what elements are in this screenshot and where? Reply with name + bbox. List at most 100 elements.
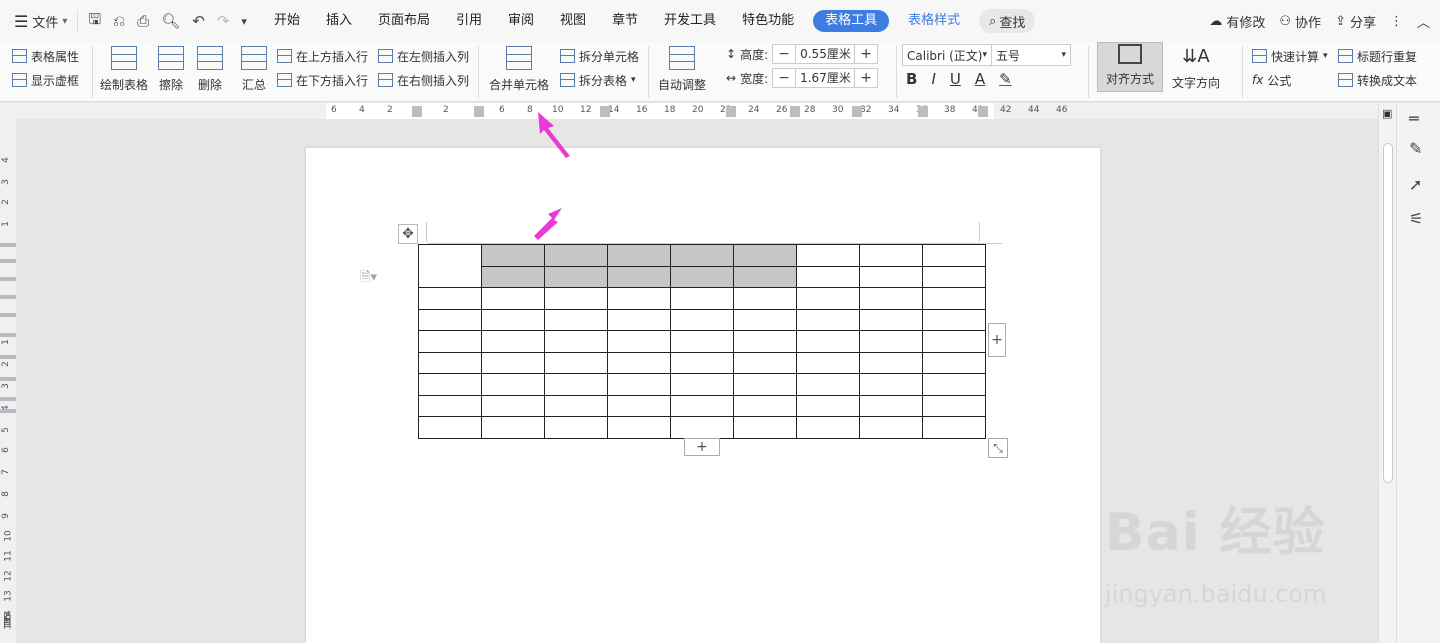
table-cell[interactable]	[481, 308, 545, 331]
table-cell[interactable]	[481, 373, 545, 396]
table-cell[interactable]	[418, 330, 482, 353]
table-cell[interactable]	[418, 244, 482, 288]
quick-calc-button[interactable]: 快速计算 ▾	[1252, 46, 1328, 66]
table-cell[interactable]	[418, 373, 482, 396]
table-cell[interactable]	[481, 287, 545, 310]
width-increase-button[interactable]: +	[855, 70, 877, 86]
horizontal-ruler[interactable]: 6422681012141618202224262830323436384042…	[0, 103, 1378, 119]
tab-developer[interactable]: 开发工具	[651, 0, 729, 42]
print-icon[interactable]: ⎙	[137, 12, 149, 30]
table-cell[interactable]	[859, 308, 923, 331]
table-cell[interactable]	[859, 287, 923, 310]
height-stepper[interactable]: − 0.55厘米 +	[772, 44, 879, 64]
tab-chapter[interactable]: 章节	[599, 0, 651, 42]
table-cell[interactable]	[922, 373, 986, 396]
settings-sliders-icon[interactable]: ⚟	[1409, 209, 1423, 228]
table-cell[interactable]	[859, 394, 923, 417]
tab-layout[interactable]: 页面布局	[365, 0, 443, 42]
cursor-icon[interactable]: ➚	[1409, 175, 1422, 194]
column-marker[interactable]	[790, 106, 800, 117]
tab-table-tools[interactable]: 表格工具	[813, 10, 890, 32]
table-cell[interactable]	[796, 308, 860, 331]
table-cell[interactable]	[481, 330, 545, 353]
table-cell[interactable]	[796, 287, 860, 310]
table-cell[interactable]	[607, 330, 671, 353]
insert-col-left-button[interactable]: 在左侧插入列	[378, 46, 469, 66]
table-properties-button[interactable]: 表格属性	[12, 46, 79, 66]
share-button[interactable]: ⇪ 分享	[1335, 12, 1376, 31]
customize-icon[interactable]: ▾	[241, 15, 247, 28]
table-cell[interactable]	[859, 330, 923, 353]
menu-lines-icon[interactable]: ═	[1409, 109, 1419, 128]
undo-icon[interactable]: ↶	[192, 12, 205, 30]
table-cell[interactable]	[607, 265, 671, 288]
column-marker[interactable]	[978, 106, 988, 117]
vertical-ruler[interactable]: 4 3 2 1 1 2 3 4 5 6 7 8 9 10 11 12 13 14 15 16 17 18	[0, 119, 16, 643]
search-button[interactable]: ⌕ 查找	[979, 9, 1036, 33]
insert-row-above-button[interactable]: 在上方插入行	[277, 46, 368, 66]
height-input[interactable]: 0.55厘米	[795, 45, 856, 63]
table-cell[interactable]	[670, 330, 734, 353]
align-button[interactable]: 对齐方式	[1097, 42, 1163, 92]
height-increase-button[interactable]: +	[855, 46, 877, 62]
row-marker[interactable]	[0, 313, 16, 317]
more-icon[interactable]: ⋮	[1390, 14, 1403, 29]
row-marker[interactable]	[0, 259, 16, 263]
table-cell[interactable]	[733, 287, 797, 310]
collapse-ribbon-icon[interactable]: ︿	[1417, 12, 1430, 31]
width-input[interactable]: 1.67厘米	[795, 69, 856, 87]
table-cell[interactable]	[922, 265, 986, 288]
table-cell[interactable]	[607, 351, 671, 374]
tab-review[interactable]: 审阅	[495, 0, 547, 42]
tab-insert[interactable]: 插入	[313, 0, 365, 42]
table-cell[interactable]	[607, 244, 671, 267]
table-cell[interactable]	[607, 373, 671, 396]
table-cell[interactable]	[544, 373, 608, 396]
table-cell[interactable]	[418, 308, 482, 331]
table-cell[interactable]	[418, 287, 482, 310]
column-marker[interactable]	[726, 106, 736, 117]
table-cell[interactable]	[670, 287, 734, 310]
table-cell[interactable]	[607, 308, 671, 331]
table-cell[interactable]	[796, 394, 860, 417]
vertical-scrollbar[interactable]: ▣	[1378, 103, 1396, 643]
paragraph-options-icon[interactable]: 🗎▾	[360, 268, 377, 290]
table-resize-handle[interactable]: ⤡	[988, 438, 1008, 458]
table-cell[interactable]	[922, 330, 986, 353]
table-cell[interactable]	[733, 308, 797, 331]
add-row-button[interactable]: +	[684, 438, 720, 456]
to-text-button[interactable]: 转换成文本	[1338, 70, 1417, 90]
table-cell[interactable]	[922, 351, 986, 374]
draw-table-button[interactable]: 绘制表格	[100, 46, 148, 93]
table-cell[interactable]	[796, 244, 860, 267]
table-cell[interactable]	[670, 244, 734, 267]
edit-status-button[interactable]: ☁ 有修改	[1209, 12, 1265, 31]
row-marker[interactable]	[0, 355, 16, 359]
scrollbar-thumb[interactable]	[1383, 143, 1393, 483]
row-marker[interactable]	[0, 243, 16, 247]
table-cell[interactable]	[796, 330, 860, 353]
tab-view[interactable]: 视图	[547, 0, 599, 42]
table-cell[interactable]	[544, 308, 608, 331]
table-cell[interactable]	[859, 244, 923, 267]
table-move-handle[interactable]: ✥	[398, 224, 418, 244]
table-cell[interactable]	[796, 265, 860, 288]
delete-button[interactable]: 删除	[197, 46, 223, 93]
table-cell[interactable]	[859, 265, 923, 288]
highlight-icon[interactable]: ✎	[999, 70, 1012, 88]
table-cell[interactable]	[544, 330, 608, 353]
save-icon[interactable]: 🖫	[88, 9, 101, 34]
table-cell[interactable]	[670, 265, 734, 288]
table-cell[interactable]	[418, 351, 482, 374]
row-marker[interactable]	[0, 397, 16, 401]
print-preview-icon[interactable]: 🔍︎	[161, 12, 180, 30]
table-cell[interactable]	[607, 416, 671, 439]
table-cell[interactable]	[544, 287, 608, 310]
repeat-header-button[interactable]: 标题行重复	[1338, 46, 1417, 66]
table-cell[interactable]	[418, 394, 482, 417]
table-cell[interactable]	[733, 373, 797, 396]
row-marker[interactable]	[0, 333, 16, 337]
text-direction-button[interactable]: ⇊A 文字方向	[1172, 46, 1220, 91]
table-cell[interactable]	[670, 373, 734, 396]
underline-icon[interactable]: U	[950, 70, 961, 88]
